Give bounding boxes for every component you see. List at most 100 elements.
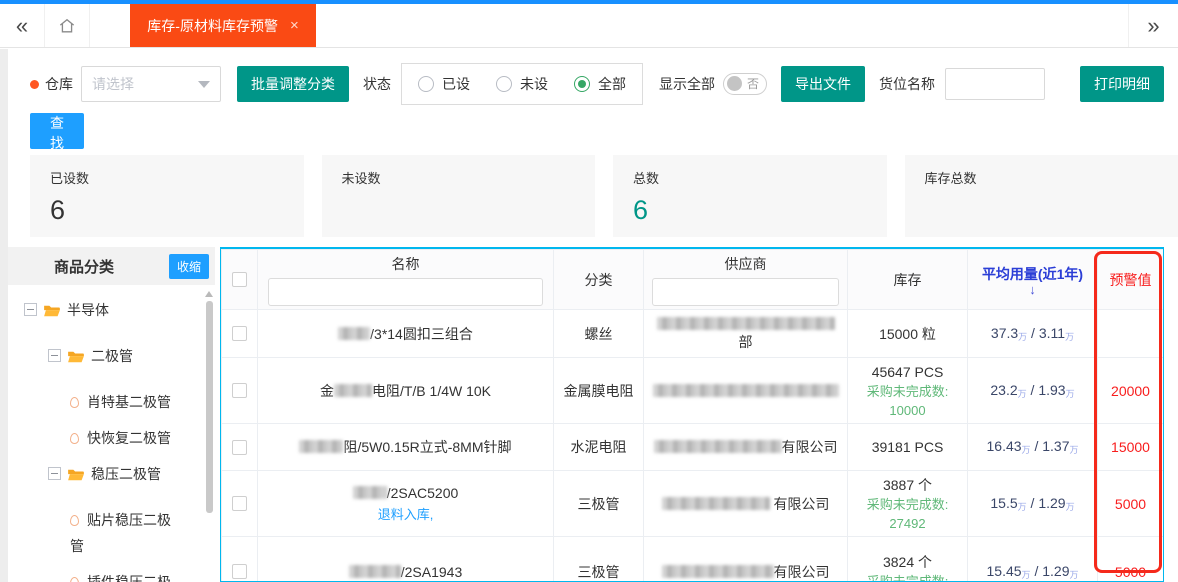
folder-icon xyxy=(43,304,61,318)
warning-value-cell: 15000 xyxy=(1098,424,1164,471)
tree-item-zener-diode[interactable]: 稳压二极管 xyxy=(8,461,174,487)
warning-table-container: 名称 分类 供应商 库存 平均用量(近1年) ↓ 预警值 xyxy=(220,247,1164,582)
location-name-input[interactable] xyxy=(945,68,1045,100)
row-checkbox[interactable] xyxy=(232,496,247,511)
avg-usage-cell: 23.2万 / 1.93万 xyxy=(968,358,1098,424)
sort-desc-icon[interactable]: ↓ xyxy=(972,284,1093,296)
collapse-tabs-left-icon[interactable]: « xyxy=(0,4,44,47)
row-check-cell xyxy=(222,537,258,582)
tree-item-label: 半导体 xyxy=(67,302,109,318)
status-label: 状态 xyxy=(363,74,391,94)
warehouse-select[interactable]: 请选择 xyxy=(81,66,221,102)
sidebar-collapse-button[interactable]: 收缩 xyxy=(169,254,209,279)
radio-circle-icon xyxy=(496,76,512,92)
folder-icon xyxy=(67,350,85,364)
avg-usage-cell: 37.3万 / 3.11万 xyxy=(968,310,1098,358)
tab-inventory-warning[interactable]: 库存-原材料库存预警 × xyxy=(130,4,316,47)
warehouse-label: 仓库 xyxy=(45,74,73,94)
avg-value: 37.3 xyxy=(991,325,1018,341)
stock-text: 45647 PCS xyxy=(852,362,963,382)
tree-item-tht-zener-diode[interactable]: 插件稳压二极管 xyxy=(8,569,174,582)
header-avg-usage[interactable]: 平均用量(近1年) ↓ xyxy=(968,250,1098,310)
scrollbar-thumb[interactable] xyxy=(206,301,213,513)
avg-value: 1.93 xyxy=(1038,382,1065,398)
table-row: /2SAC5200 退料入库, 三极管 有限公司 3887 个 采购未完成数: … xyxy=(222,471,1164,537)
row-checkbox[interactable] xyxy=(232,383,247,398)
search-button[interactable]: 查找 xyxy=(30,113,84,149)
supplier-filter-input[interactable] xyxy=(652,278,839,306)
avg-value: 23.2 xyxy=(990,382,1017,398)
avg-usage-cell: 15.45万 / 1.29万 xyxy=(968,537,1098,582)
unit-wan: 万 xyxy=(1069,570,1078,580)
sidebar-header: 商品分类 收缩 xyxy=(8,247,215,285)
radio-all[interactable]: 全部 xyxy=(574,74,626,94)
row-check-cell xyxy=(222,471,258,537)
stock-text: 3824 个 xyxy=(852,552,963,572)
stock-text: 3887 个 xyxy=(852,475,963,495)
batch-adjust-category-button[interactable]: 批量调整分类 xyxy=(237,66,349,102)
scroll-up-icon[interactable] xyxy=(205,291,213,297)
supplier-text: 有限公司 xyxy=(782,439,838,455)
category-cell: 金属膜电阻 xyxy=(554,358,644,424)
stock-text: 15000 粒 xyxy=(852,324,963,344)
table-row: 金电阻/T/B 1/4W 10K 金属膜电阻 45647 PCS 采购未完成数:… xyxy=(222,358,1164,424)
collapse-node-icon[interactable] xyxy=(24,303,37,316)
avg-separator: / xyxy=(1027,495,1039,511)
name-cell: /2SAC5200 退料入库, xyxy=(258,471,554,537)
unit-wan: 万 xyxy=(1018,502,1027,512)
collapse-tabs-right-icon[interactable]: » xyxy=(1128,4,1178,47)
avg-value: 1.29 xyxy=(1038,495,1065,511)
redacted-text xyxy=(654,440,782,453)
radio-unset[interactable]: 未设 xyxy=(496,74,548,94)
redacted-text xyxy=(353,486,387,499)
supplier-cell: 部 xyxy=(644,310,848,358)
row-checkbox[interactable] xyxy=(232,564,247,579)
tree-item-schottky-diode[interactable]: 肖特基二极管 xyxy=(8,389,174,415)
collapse-node-icon[interactable] xyxy=(48,467,61,480)
show-all-toggle[interactable]: 否 xyxy=(723,73,767,95)
tree-item-label: 肖特基二极管 xyxy=(87,394,171,410)
close-tab-icon[interactable]: × xyxy=(290,17,299,34)
name-text: /2SA1943 xyxy=(401,564,463,580)
tree-item-semiconductor[interactable]: 半导体 xyxy=(8,297,174,323)
warning-value-cell xyxy=(1098,310,1164,358)
filter-toolbar: 仓库 请选择 批量调整分类 状态 已设 未设 全部 显示全部 否 导出 xyxy=(30,62,1164,106)
header-warning-value: 预警值 xyxy=(1098,250,1164,310)
stock-cell: 45647 PCS 采购未完成数: 10000 xyxy=(848,358,968,424)
redacted-text xyxy=(653,384,839,397)
home-tab-button[interactable] xyxy=(44,4,90,47)
unit-wan: 万 xyxy=(1022,445,1031,455)
collapse-node-icon[interactable] xyxy=(48,349,61,362)
supplier-cell: 有限公司 xyxy=(644,424,848,471)
leaf-icon xyxy=(70,577,79,582)
supplier-text: 部 xyxy=(648,332,843,352)
stat-card-unset-count: 未设数 xyxy=(322,155,596,237)
return-to-stock-link[interactable]: 退料入库, xyxy=(262,504,549,523)
select-all-checkbox[interactable] xyxy=(232,272,247,287)
export-file-button[interactable]: 导出文件 xyxy=(781,66,865,102)
name-filter-input[interactable] xyxy=(268,278,544,306)
purchase-pending-value: 10000 xyxy=(852,401,963,420)
radio-set-label: 已设 xyxy=(442,74,470,94)
avg-separator: / xyxy=(1031,563,1043,579)
print-detail-button[interactable]: 打印明细 xyxy=(1080,66,1164,102)
tree-item-fast-recovery-diode[interactable]: 快恢复二极管 xyxy=(8,425,174,451)
warning-table: 名称 分类 供应商 库存 平均用量(近1年) ↓ 预警值 xyxy=(221,249,1164,582)
table-row: /3*14圆扣三组合 螺丝 部 15000 粒 37.3万 / 3.11万 xyxy=(222,310,1164,358)
radio-set[interactable]: 已设 xyxy=(418,74,470,94)
unit-wan: 万 xyxy=(1065,332,1074,342)
row-checkbox[interactable] xyxy=(232,440,247,455)
category-cell: 三极管 xyxy=(554,537,644,582)
tree-item-smd-zener-diode[interactable]: 贴片稳压二极管 xyxy=(8,507,174,559)
tree-scrollbar[interactable] xyxy=(205,291,213,579)
purchase-pending-value: 27492 xyxy=(852,514,963,533)
warning-value-cell: 5000 xyxy=(1098,471,1164,537)
tree-item-diode[interactable]: 二极管 xyxy=(8,343,174,369)
name-cell: /2SA1943 xyxy=(258,537,554,582)
row-checkbox[interactable] xyxy=(232,326,247,341)
supplier-cell xyxy=(644,358,848,424)
table-row: /2SA1943 三极管 有限公司 3824 个 采购未完成数: 15.45万 … xyxy=(222,537,1164,582)
name-text: 电阻/T/B 1/4W 10K xyxy=(372,383,491,399)
supplier-cell: 有限公司 xyxy=(644,471,848,537)
name-cell: 金电阻/T/B 1/4W 10K xyxy=(258,358,554,424)
